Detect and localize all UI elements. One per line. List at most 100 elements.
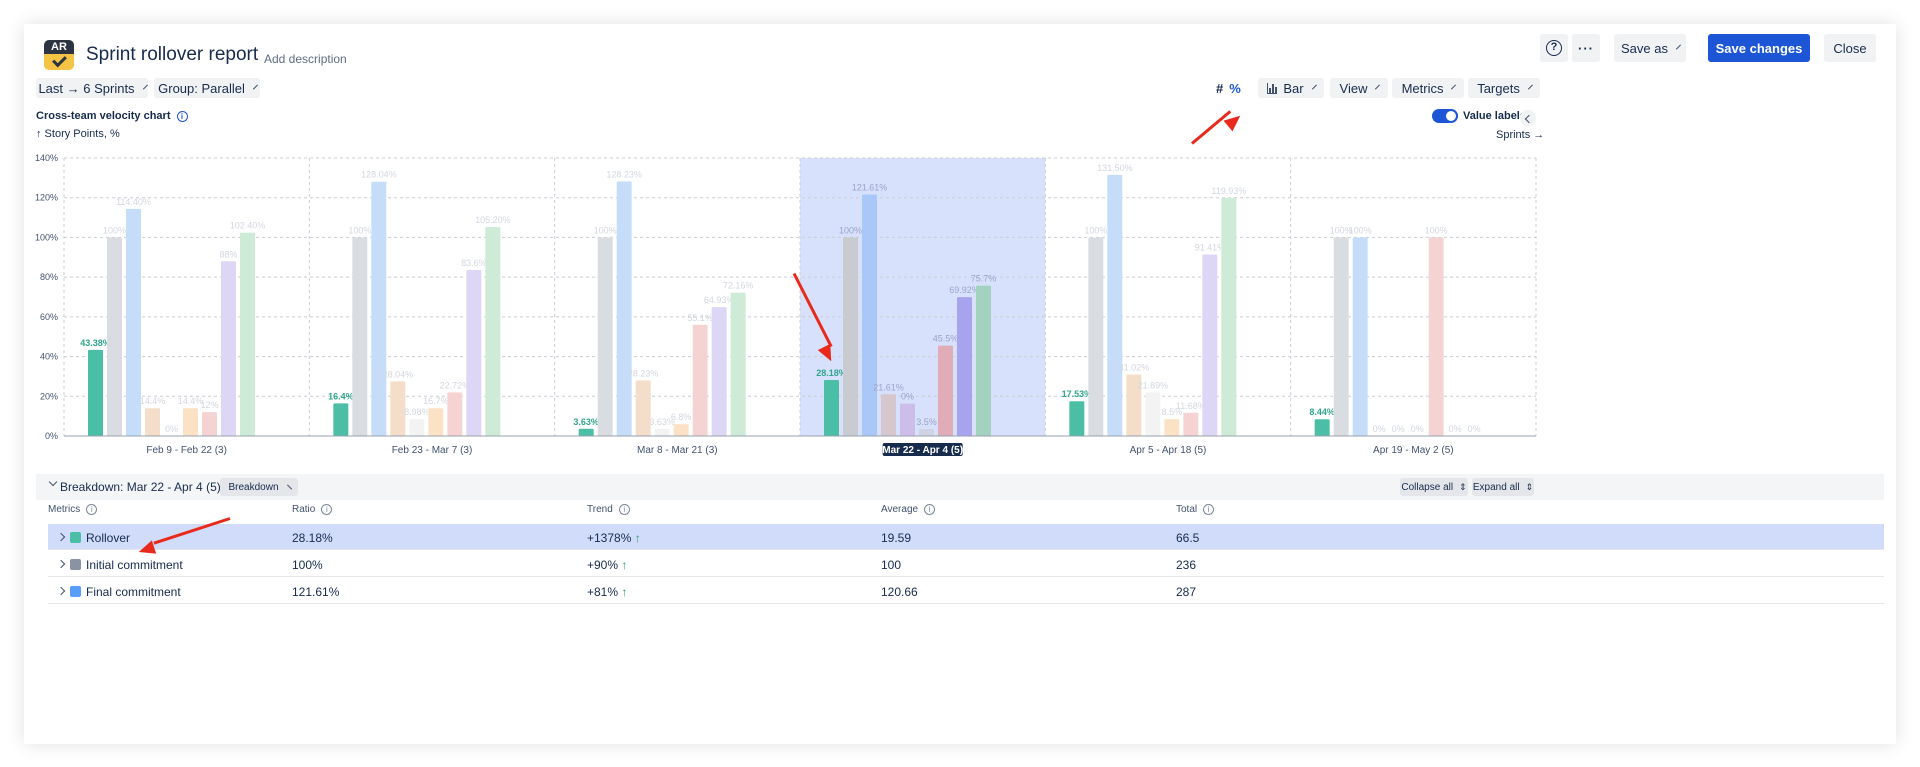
data-label: 119.93% [1211, 186, 1246, 196]
chevron-down-icon [142, 84, 148, 89]
chevron-right-icon[interactable] [56, 559, 66, 569]
chevron-down-icon[interactable] [48, 477, 58, 487]
table-row[interactable]: Initial commitment 100% +90% ↑ 100 236 [48, 551, 1884, 577]
sprints-filter-label: Last → 6 Sprints [38, 80, 135, 96]
data-label: 43.38% [80, 338, 111, 348]
metric-total: 287 [1176, 585, 1197, 599]
sprints-filter[interactable]: Last → 6 Sprints [36, 78, 148, 98]
breakdown-button[interactable]: Breakdown [220, 478, 298, 496]
bar [673, 424, 689, 436]
data-label: 45.5% [933, 334, 959, 344]
bar-chart-icon [1267, 82, 1278, 94]
data-label: 131.50% [1097, 163, 1133, 173]
targets-select[interactable]: Targets [1468, 78, 1540, 98]
table-row[interactable]: Final commitment 121.61% +81% ↑ 120.66 2… [48, 578, 1884, 604]
bar [578, 428, 594, 436]
header-total-label: Total [1176, 504, 1198, 516]
value-labels-toggle[interactable]: Value labels [1432, 109, 1526, 123]
expand-all-label: Expand all [1472, 481, 1520, 493]
metric-ratio: 121.61% [292, 585, 340, 599]
bar [107, 237, 122, 436]
chevron-right-icon [286, 484, 292, 490]
bar [145, 408, 160, 436]
initial-commitment-swatch [70, 559, 81, 570]
bar [485, 227, 501, 436]
y-tick-label: 40% [40, 352, 58, 362]
data-label: 69.92% [949, 285, 980, 295]
collapse-all-button[interactable]: Collapse all ⇕ [1400, 478, 1468, 496]
header-trend: Trend i [587, 504, 630, 515]
report-window: AR Sprint rollover report Add descriptio… [24, 24, 1896, 744]
info-icon[interactable]: i [86, 504, 98, 515]
bar [1069, 401, 1085, 436]
logo-check-icon [52, 52, 67, 68]
bar [976, 285, 991, 436]
info-icon[interactable]: i [176, 110, 188, 122]
trend-up-icon: ↑ [621, 585, 628, 599]
collapse-legend-button[interactable] [1520, 110, 1536, 126]
data-label: 16.7% [423, 396, 449, 406]
metrics-select[interactable]: Metrics [1392, 78, 1464, 98]
info-icon[interactable]: i [924, 504, 936, 515]
data-label: 8.98% [404, 407, 430, 417]
bar [428, 408, 444, 436]
close-button[interactable]: Close [1824, 34, 1876, 62]
bar [202, 412, 217, 436]
help-button[interactable]: ? [1540, 34, 1568, 62]
chart-type-select[interactable]: Bar [1258, 78, 1324, 98]
toggle-switch[interactable] [1432, 109, 1458, 123]
chevron-right-icon[interactable] [56, 586, 66, 596]
metric-name: Initial commitment [86, 558, 183, 572]
bar [183, 408, 198, 436]
data-label: 100% [839, 225, 862, 235]
y-tick-label: 60% [40, 312, 58, 322]
data-label: 21.61% [873, 382, 904, 392]
more-button[interactable]: ··· [1572, 34, 1600, 62]
data-label: 28.23% [628, 368, 659, 378]
data-label: 100% [1349, 225, 1372, 235]
chevron-right-icon[interactable] [56, 532, 66, 542]
collapse-icon: ⇕ [1459, 481, 1467, 492]
chevron-left-icon [1524, 114, 1534, 124]
data-label: 16.4% [328, 391, 354, 401]
expand-all-button[interactable]: Expand all ⇕ [1472, 478, 1534, 496]
breakdown-bar: Breakdown: Mar 22 - Apr 4 (5) Breakdown … [36, 474, 1884, 500]
data-label: 105.20% [475, 215, 511, 225]
data-label: 6.8% [671, 412, 692, 422]
trend-value: +90% [587, 558, 619, 572]
save-as-button[interactable]: Save as [1614, 34, 1686, 62]
targets-label: Targets [1477, 80, 1520, 96]
bar [862, 194, 877, 436]
save-changes-button[interactable]: Save changes [1708, 34, 1810, 62]
trend-up-icon: ↑ [621, 558, 628, 572]
chevron-down-icon [1375, 84, 1381, 89]
value-mode-toggle[interactable]: # % [1216, 78, 1254, 98]
chevron-down-icon [1311, 84, 1317, 89]
data-label: 17.53% [1062, 389, 1093, 399]
data-label: 31.02% [1119, 362, 1150, 372]
metric-average: 19.59 [881, 531, 912, 545]
info-icon[interactable]: i [618, 504, 630, 515]
metric-ratio: 28.18% [292, 531, 333, 545]
metric-average: 100 [881, 558, 902, 572]
info-icon[interactable]: i [321, 504, 333, 515]
data-label: 3.5% [916, 417, 937, 427]
bar [1333, 237, 1349, 436]
value-labels-label: Value labels [1463, 110, 1526, 122]
trend-value: +1378% [587, 531, 632, 545]
number-mode-icon[interactable]: # [1216, 81, 1223, 96]
percent-mode-icon[interactable]: % [1229, 81, 1241, 96]
y-tick-label: 80% [40, 272, 58, 282]
y-axis-unit: ↑ Story Points, % [36, 128, 120, 140]
bar [466, 269, 482, 436]
info-icon[interactable]: i [1203, 504, 1215, 515]
group-filter[interactable]: Group: Parallel [154, 78, 260, 98]
add-description-link[interactable]: Add description [264, 52, 347, 66]
header-metrics-label: Metrics [48, 504, 81, 516]
table-row[interactable]: Rollover 28.18% +1378% ↑ 19.59 66.5 [48, 524, 1884, 550]
view-select[interactable]: View [1330, 78, 1388, 98]
x-tick-label: Feb 9 - Feb 22 (3) [146, 445, 227, 456]
data-label: 12% [200, 400, 218, 410]
chevron-down-icon [1527, 84, 1533, 89]
data-label: 102.40% [230, 221, 266, 231]
